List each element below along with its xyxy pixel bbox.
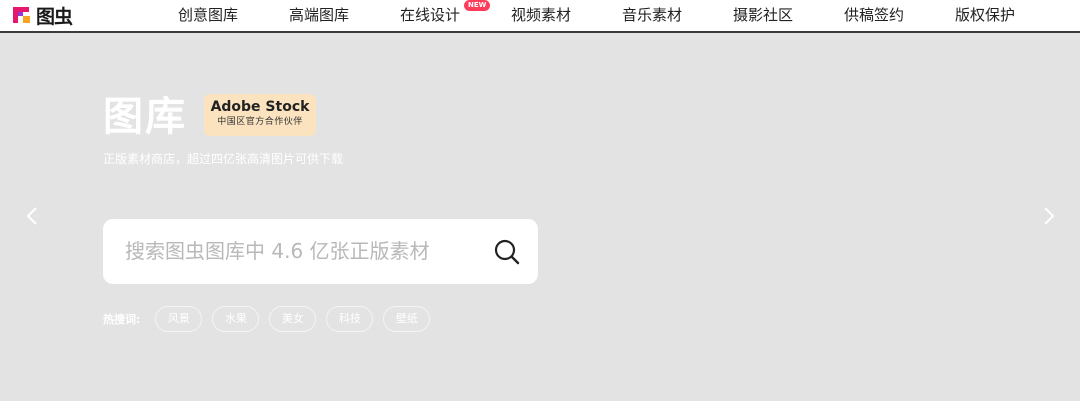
chevron-left-icon[interactable] (25, 207, 41, 225)
nav-item-online-design[interactable]: 在线设计 NEW (400, 0, 491, 25)
new-badge: NEW (464, 0, 491, 11)
chevron-right-icon[interactable] (1040, 207, 1056, 225)
adobe-badge-sub: 中国区官方合作伙伴 (217, 117, 303, 127)
hot-tag-scenery[interactable]: 风景 (155, 306, 203, 332)
adobe-badge-main: Adobe Stock (210, 99, 310, 115)
search-input[interactable] (125, 233, 475, 269)
search-icon[interactable] (492, 237, 522, 267)
hot-tag-beauty[interactable]: 美女 (269, 306, 317, 332)
nav-item-premium[interactable]: 高端图库 (289, 4, 349, 25)
nav-item-creative[interactable]: 创意图库 (178, 4, 238, 25)
main-nav: 创意图库 高端图库 在线设计 NEW 视频素材 音乐素材 摄影社区 供稿签约 版… (0, 0, 1080, 33)
page-title: 图库 (103, 94, 187, 140)
hot-tag-technology[interactable]: 科技 (326, 306, 374, 332)
nav-item-contributor[interactable]: 供稿签约 (844, 4, 904, 25)
adobe-stock-badge: Adobe Stock 中国区官方合作伙伴 (204, 94, 316, 136)
hot-search-terms: 热搜词: 风景 水果 美女 科技 壁纸 (103, 306, 440, 332)
hot-tag-fruit[interactable]: 水果 (212, 306, 260, 332)
nav-item-copyright[interactable]: 版权保护 (955, 4, 1015, 25)
hot-tag-wallpaper[interactable]: 壁纸 (383, 306, 431, 332)
search-box (103, 219, 538, 284)
hero-subtitle: 正版素材商店，超过四亿张高清图片可供下载 (103, 152, 344, 166)
top-navigation-bar: 图虫 创意图库 高端图库 在线设计 NEW 视频素材 音乐素材 摄影社区 供稿签… (0, 0, 1080, 33)
hot-search-label: 热搜词: (103, 313, 141, 326)
nav-item-video[interactable]: 视频素材 (511, 4, 571, 25)
nav-item-community[interactable]: 摄影社区 (733, 4, 793, 25)
hero-banner: 图库 Adobe Stock 中国区官方合作伙伴 正版素材商店，超过四亿张高清图… (0, 35, 1080, 401)
nav-item-music[interactable]: 音乐素材 (622, 4, 682, 25)
nav-item-online-design-label: 在线设计 (400, 6, 461, 24)
